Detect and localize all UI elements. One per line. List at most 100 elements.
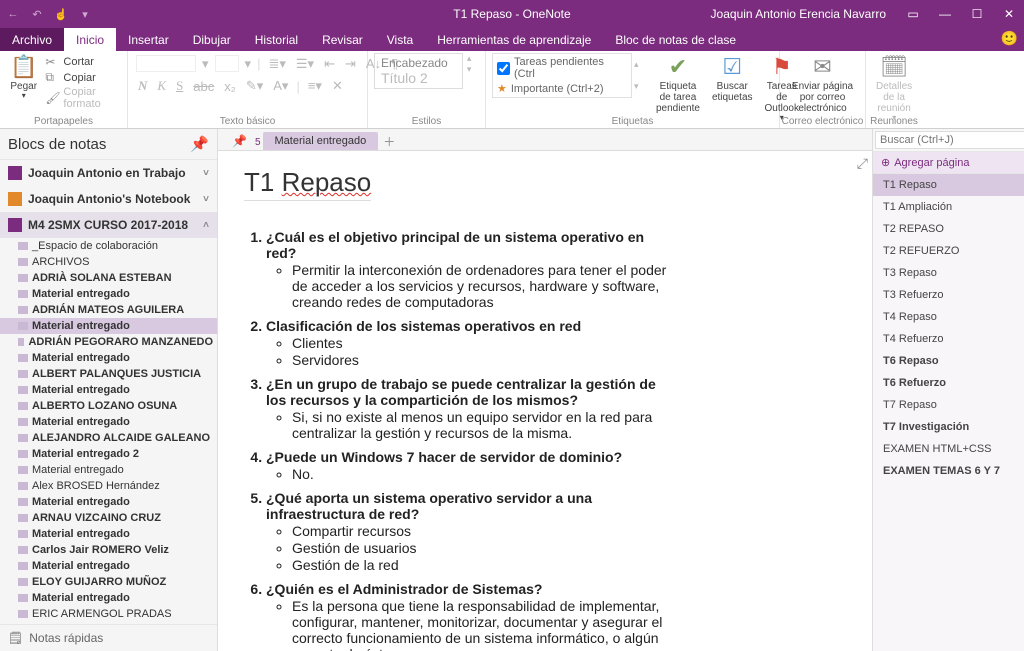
clear-fmt-icon[interactable]: ✕ — [330, 78, 345, 94]
menu-dibujar[interactable]: Dibujar — [181, 28, 243, 51]
section-item[interactable]: Material entregado — [0, 590, 217, 606]
page-title[interactable]: T1 Repaso — [244, 167, 371, 201]
section-item[interactable]: ADRIÁN PEGORARO MANZANEDO — [0, 334, 217, 350]
tag-important[interactable]: ★Importante (Ctrl+2) — [497, 82, 627, 95]
italic-icon[interactable]: K — [155, 78, 168, 94]
section-item[interactable]: ALEJANDRO ALCAIDE GALEANO — [0, 430, 217, 446]
menu-archivo[interactable]: Archivo — [0, 28, 64, 51]
section-item[interactable]: Material entregado — [0, 462, 217, 478]
page-item[interactable]: T2 REPASO — [873, 218, 1024, 240]
font-color-icon[interactable]: A▾ — [271, 78, 290, 94]
section-item[interactable]: Material entregado — [0, 382, 217, 398]
tag-todo[interactable]: Tareas pendientes (Ctrl — [497, 56, 627, 80]
answer[interactable]: Gestión de usuarios — [292, 540, 674, 556]
page-item[interactable]: T3 Refuerzo — [873, 284, 1024, 306]
question[interactable]: Clasificación de los sistemas operativos… — [266, 318, 674, 368]
note-container[interactable]: ¿Cuál es el objetivo principal de un sis… — [244, 229, 674, 651]
format-painter-button[interactable]: 🖌Copiar formato — [45, 86, 121, 110]
section-item[interactable]: Material entregado — [0, 414, 217, 430]
page-item[interactable]: T7 Investigación — [873, 416, 1024, 438]
section-item[interactable]: _Espacio de colaboración — [0, 238, 217, 254]
tag-dropdown-icon[interactable]: ▴▾ — [634, 53, 648, 98]
section-item[interactable]: Material entregado 2 — [0, 446, 217, 462]
page-item[interactable]: T1 Repaso — [873, 174, 1024, 196]
section-item[interactable]: Material entregado — [0, 526, 217, 542]
section-item[interactable]: Alex BROSED Hernández — [0, 478, 217, 494]
notebook-row[interactable]: Joaquin Antonio's Notebook˅ — [0, 186, 217, 212]
pin-pane-icon[interactable]: 📌 — [190, 135, 209, 153]
page-canvas[interactable]: T1 Repaso ¿Cuál es el objetivo principal… — [218, 151, 872, 651]
tag-note-button[interactable]: ✔Etiqueta de tarea pendiente — [652, 53, 704, 116]
section-item[interactable]: ALBERTO LOZANO OSUNA — [0, 398, 217, 414]
question[interactable]: ¿Quién es el Administrador de Sistemas?E… — [266, 581, 674, 651]
qat-dropdown-icon[interactable]: ▾ — [76, 5, 94, 23]
tag-gallery[interactable]: Tareas pendientes (Ctrl ★Importante (Ctr… — [492, 53, 632, 98]
strike-icon[interactable]: abc — [191, 79, 216, 94]
notebook-row[interactable]: M4 2SMX CURSO 2017-2018˄ — [0, 212, 217, 238]
page-item[interactable]: T2 REFUERZO — [873, 240, 1024, 262]
question[interactable]: ¿Qué aporta un sistema operativo servido… — [266, 490, 674, 573]
section-item[interactable]: Material entregado — [0, 286, 217, 302]
page-item[interactable]: T7 Repaso — [873, 394, 1024, 416]
user-name[interactable]: Joaquin Antonio Erencia Navarro — [701, 7, 896, 21]
section-item[interactable]: ADRIÀ SOLANA ESTEBAN — [0, 270, 217, 286]
styles-dropdown-icon[interactable]: ▴▾ — [467, 53, 479, 75]
bullets-icon[interactable]: ≣▾ — [266, 56, 287, 72]
add-section-button[interactable]: ＋ — [380, 133, 398, 150]
section-item[interactable]: ELOY GUIJARRO MUÑOZ — [0, 574, 217, 590]
answer[interactable]: Gestión de la red — [292, 557, 674, 573]
section-item[interactable]: ARCHIVOS — [0, 254, 217, 270]
section-item[interactable]: Material entregado — [0, 558, 217, 574]
cut-button[interactable]: ✂Cortar — [45, 55, 121, 69]
bold-icon[interactable]: N — [136, 78, 149, 94]
menu-insertar[interactable]: Insertar — [116, 28, 181, 51]
search-input[interactable] — [875, 131, 1024, 149]
page-item[interactable]: EXAMEN TEMAS 6 Y 7 — [873, 460, 1024, 482]
notebook-row[interactable]: Joaquin Antonio en Trabajo˅ — [0, 160, 217, 186]
find-tags-button[interactable]: ☑Buscar etiquetas — [708, 53, 757, 105]
section-item[interactable]: ARNAU VIZCAINO CRUZ — [0, 510, 217, 526]
maximize-button[interactable]: ☐ — [962, 0, 992, 28]
menu-revisar[interactable]: Revisar — [310, 28, 375, 51]
page-item[interactable]: T4 Refuerzo — [873, 328, 1024, 350]
page-item[interactable]: T1 Ampliación — [873, 196, 1024, 218]
page-item[interactable]: T3 Repaso — [873, 262, 1024, 284]
undo-icon[interactable]: ↶ — [28, 5, 46, 23]
section-item[interactable]: ADRIÁN MATEOS AGUILERA — [0, 302, 217, 318]
page-item[interactable]: T6 Repaso — [873, 350, 1024, 372]
page-item[interactable]: T6 Refuerzo — [873, 372, 1024, 394]
outdent-icon[interactable]: ⇤ — [322, 56, 337, 72]
page-item[interactable]: T4 Repaso — [873, 306, 1024, 328]
section-item[interactable]: Material entregado — [0, 318, 217, 334]
indent-icon[interactable]: ⇥ — [343, 56, 358, 72]
copy-button[interactable]: ⧉Copiar — [45, 70, 121, 85]
section-item[interactable]: Material entregado — [0, 494, 217, 510]
quick-notes[interactable]: 🗒 Notas rápidas — [0, 624, 217, 651]
question[interactable]: ¿Cuál es el objetivo principal de un sis… — [266, 229, 674, 310]
answer[interactable]: Es la persona que tiene la responsabilid… — [292, 598, 674, 651]
answer[interactable]: Compartir recursos — [292, 523, 674, 539]
styles-gallery[interactable]: Encabezado Título 2 — [374, 53, 463, 89]
menu-inicio[interactable]: Inicio — [64, 28, 116, 51]
expand-icon[interactable]: ⤢ — [857, 155, 868, 172]
menu-herramientas-de-aprendizaje[interactable]: Herramientas de aprendizaje — [425, 28, 603, 51]
email-page-button[interactable]: ✉Enviar página por correo electrónico — [786, 53, 859, 116]
answer[interactable]: Si, si no existe al menos un equipo serv… — [292, 409, 674, 441]
subscript-icon[interactable]: x₂ — [222, 79, 238, 94]
answer[interactable]: Permitir la interconexión de ordenadores… — [292, 262, 674, 310]
touch-icon[interactable]: ☝ — [52, 5, 70, 23]
section-item[interactable]: ERIC ARMENGOL PRADAS — [0, 606, 217, 622]
answer[interactable]: Clientes — [292, 335, 674, 351]
add-page-button[interactable]: ⊕ Agregar página — [873, 152, 1024, 174]
question[interactable]: ¿Puede un Windows 7 hacer de servidor de… — [266, 449, 674, 482]
pin-tab-icon[interactable]: 📌 — [226, 132, 253, 150]
menu-historial[interactable]: Historial — [243, 28, 310, 51]
paste-button[interactable]: 📋 Pegar▾ — [6, 53, 41, 103]
close-button[interactable]: ✕ — [994, 0, 1024, 28]
answer[interactable]: Servidores — [292, 352, 674, 368]
menu-bloc-de-notas-de-clase[interactable]: Bloc de notas de clase — [603, 28, 748, 51]
numbering-icon[interactable]: ☰▾ — [294, 56, 316, 72]
feedback-emoji-icon[interactable]: 🙂 — [1001, 30, 1018, 47]
section-item[interactable]: Material entregado — [0, 350, 217, 366]
menu-vista[interactable]: Vista — [375, 28, 425, 51]
